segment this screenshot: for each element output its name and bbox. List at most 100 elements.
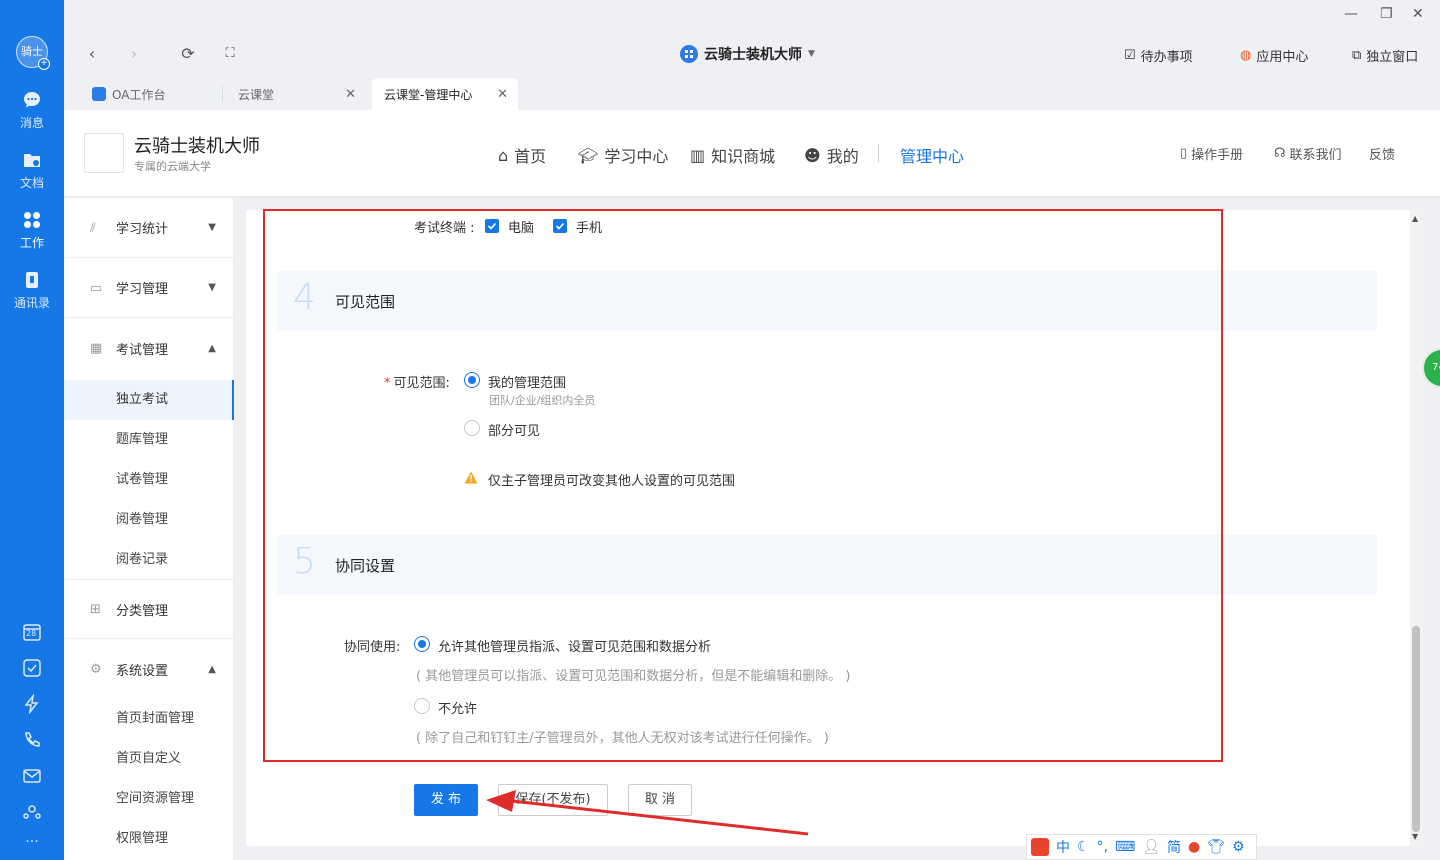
add-status-icon: +	[38, 58, 50, 70]
calendar-icon[interactable]: 28	[22, 622, 42, 642]
minimize-icon[interactable]: —	[1344, 6, 1358, 22]
sidebar-item-papers[interactable]: 试卷管理	[64, 460, 234, 500]
brand-subtitle: 专属的云端大学	[134, 160, 211, 173]
app-logo-icon	[680, 45, 698, 63]
standalone-window-button[interactable]: ⧉ 独立窗口	[1352, 46, 1418, 65]
tab-cloud-class[interactable]: 云课堂 ✕	[226, 78, 366, 110]
sidebar-group-exam[interactable]: ▦ 考试管理 ▲	[64, 318, 234, 378]
floating-assistant-ball[interactable]: 74	[1422, 348, 1440, 388]
shirt-icon[interactable]: 👕︎	[1207, 839, 1225, 855]
ime-settings-icon[interactable]: ⚙	[1232, 839, 1245, 855]
close-tab-icon[interactable]: ✕	[497, 87, 508, 102]
refresh-icon[interactable]: ⟳	[178, 44, 198, 64]
nav-label: 学习中心	[604, 147, 669, 166]
manual-link[interactable]: ▯ 操作手册	[1180, 144, 1243, 163]
content-scrollbar[interactable]: ▲ ▼	[1410, 210, 1422, 846]
window-titlebar: — ❐ ✕ ‹ › ⟳ ⛶ 云骑士装机大师 ▼ ☑ 待办事项 ◍ 应用中心 ⧉ …	[64, 0, 1440, 78]
headset-icon: ☊	[1274, 146, 1286, 161]
open-book-icon: ▭	[90, 280, 103, 296]
sidebar-group-settings[interactable]: ⚙ 系统设置 ▲	[64, 639, 234, 699]
todo-check-icon[interactable]	[22, 658, 42, 678]
phone-icon[interactable]	[22, 730, 42, 750]
brand-name: 云骑士装机大师	[134, 136, 260, 157]
restore-icon[interactable]: ❐	[1380, 6, 1393, 22]
caret-down-icon: ▼	[808, 49, 815, 59]
moon-icon[interactable]: ☾	[1077, 839, 1090, 855]
dock-item-docs[interactable]: 文档	[0, 150, 64, 191]
books-icon: ▥	[690, 145, 706, 165]
close-window-icon[interactable]: ✕	[1412, 6, 1424, 22]
punctuation-icon[interactable]: °,	[1097, 839, 1108, 855]
dock-label: 工作	[19, 236, 44, 250]
nav-divider	[878, 144, 879, 162]
tab-admin-center[interactable]: 云课堂-管理中心 ✕	[372, 78, 518, 110]
nav-home[interactable]: ⌂ 首页	[498, 143, 546, 167]
contact-link[interactable]: ☊ 联系我们	[1274, 144, 1342, 163]
todo-button[interactable]: ☑ 待办事项	[1124, 46, 1193, 65]
skin-icon[interactable]: ●	[1188, 839, 1200, 855]
nav-label: 我的	[826, 147, 859, 166]
tab-separator	[222, 86, 223, 102]
dock-label: 通讯录	[13, 296, 50, 310]
nav-knowledge-store[interactable]: ▥ 知识商城	[690, 143, 775, 167]
sidebar-item-permissions[interactable]: 权限管理	[64, 819, 234, 859]
sidebar-item-question-bank[interactable]: 题库管理	[64, 420, 234, 460]
nav-admin-center[interactable]: 管理中心	[900, 143, 964, 167]
user-avatar[interactable]: 骑士 +	[16, 36, 50, 70]
sidebar-group-stats[interactable]: ⫽ 学习统计 ▼	[64, 198, 234, 258]
user-icon[interactable]: 👤︎	[1142, 839, 1160, 855]
tab-oa-workbench[interactable]: OA工作台	[80, 78, 220, 110]
dock-label: 文档	[19, 176, 44, 190]
sidebar-group-learning[interactable]: ▭ 学习管理 ▼	[64, 258, 234, 318]
tab-label: 云课堂	[238, 87, 275, 102]
chevron-down-icon: ▼	[208, 282, 216, 293]
feedback-link[interactable]: 反馈	[1369, 144, 1395, 163]
ime-charset[interactable]: 简	[1167, 837, 1181, 857]
nav-mine[interactable]: ☻ 我的	[804, 143, 859, 167]
team-icon[interactable]	[22, 802, 42, 822]
app-center-label: 应用中心	[1256, 50, 1309, 65]
dock-item-work[interactable]: 工作	[0, 210, 64, 251]
left-dock: 骑士 + 消息 文档 工作 通讯录 28 ···	[0, 0, 64, 860]
publish-button[interactable]: 发 布	[414, 784, 478, 816]
site-header: 云骑士装机大师 专属的云端大学 ⌂ 首页 🎓︎ 学习中心 ▥ 知识商城 ☻ 我的…	[64, 110, 1440, 197]
app-title: 云骑士装机大师	[704, 47, 802, 63]
sidebar-item-standalone-exam[interactable]: 独立考试	[64, 380, 234, 420]
sidebar-item-grading-records[interactable]: 阅卷记录	[64, 540, 234, 580]
mail-icon[interactable]	[22, 766, 42, 786]
forward-icon[interactable]: ›	[124, 44, 144, 64]
lightning-icon[interactable]	[22, 693, 42, 715]
back-icon[interactable]: ‹	[82, 44, 102, 64]
sidebar-group-category[interactable]: ⊞ 分类管理	[64, 579, 234, 639]
brand-logo	[84, 133, 124, 173]
close-tab-icon[interactable]: ✕	[345, 87, 356, 102]
calendar-day: 28	[26, 629, 37, 638]
ime-mode[interactable]: 中	[1056, 837, 1070, 857]
nav-label: 知识商城	[711, 147, 776, 166]
fullscreen-icon[interactable]: ⛶	[220, 44, 240, 64]
chat-bubble-icon	[24, 92, 40, 108]
graduation-cap-icon: 🎓︎	[578, 145, 599, 165]
ime-toolbar[interactable]: 中 ☾ °, ⌨ 👤︎ 简 ● 👕︎ ⚙	[1026, 834, 1257, 860]
dock-item-messages[interactable]: 消息	[0, 90, 64, 131]
app-switcher[interactable]: 云骑士装机大师 ▼	[680, 44, 815, 64]
sidebar-item-space-resources[interactable]: 空间资源管理	[64, 779, 234, 819]
sidebar-item-cover-manage[interactable]: 首页封面管理	[64, 699, 234, 739]
sidebar-item-grading[interactable]: 阅卷管理	[64, 500, 234, 540]
annotation-highlight-box	[263, 209, 1223, 762]
scroll-thumb[interactable]	[1412, 626, 1420, 832]
more-dots-icon[interactable]: ···	[22, 834, 42, 854]
scroll-up-icon[interactable]: ▲	[1412, 214, 1418, 223]
scroll-down-icon[interactable]: ▼	[1412, 832, 1418, 841]
keyboard-icon[interactable]: ⌨	[1115, 839, 1135, 855]
dock-item-contacts[interactable]: 通讯录	[0, 270, 64, 311]
nav-label: 管理中心	[900, 147, 965, 166]
tab-label: OA工作台	[112, 87, 166, 102]
save-draft-button[interactable]: 保存(不发布)	[498, 784, 608, 816]
calendar-grid-icon: ▦	[90, 341, 103, 356]
cancel-button[interactable]: 取 消	[628, 784, 692, 816]
group-label: 学习统计	[116, 222, 169, 237]
sidebar-item-home-custom[interactable]: 首页自定义	[64, 739, 234, 779]
app-center-button[interactable]: ◍ 应用中心	[1240, 46, 1308, 65]
nav-learning-center[interactable]: 🎓︎ 学习中心	[578, 143, 668, 167]
